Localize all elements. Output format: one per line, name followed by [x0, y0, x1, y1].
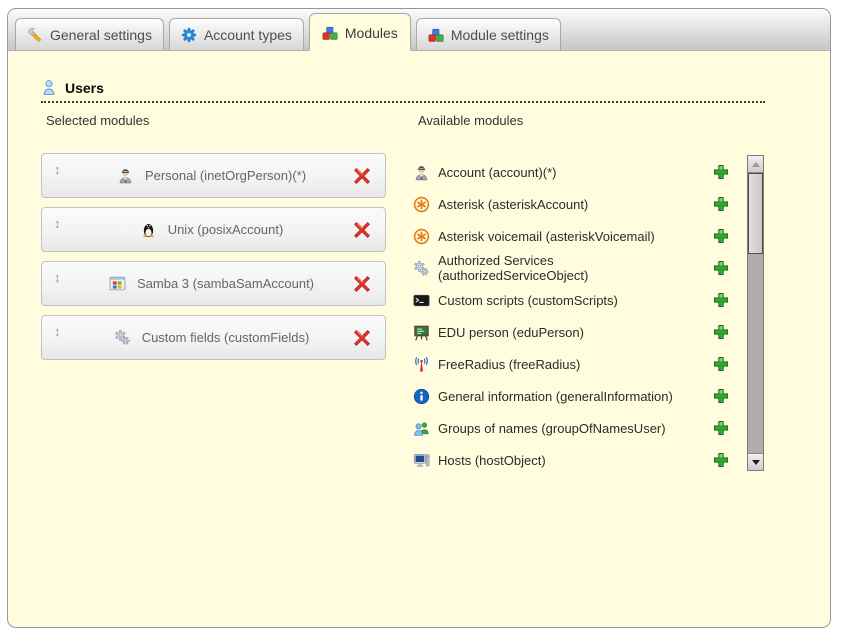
- module-icon: [413, 388, 430, 405]
- available-module-row: Authorized Services (authorizedServiceOb…: [413, 252, 729, 284]
- module-label: Custom scripts (customScripts): [438, 293, 705, 308]
- module-label: Asterisk voicemail (asteriskVoicemail): [438, 229, 705, 244]
- drag-handle-icon[interactable]: ↕: [54, 271, 70, 284]
- module-label: Hosts (hostObject): [438, 453, 705, 468]
- selected-modules-panel: Selected modules ↕ Personal (inetOrgPers…: [41, 113, 386, 476]
- add-module-button[interactable]: [713, 196, 729, 212]
- available-module-row: Custom scripts (customScripts): [413, 284, 729, 316]
- tab-label: Account types: [204, 27, 292, 43]
- module-icon: [413, 228, 430, 245]
- scrollbar-up-button[interactable]: [748, 156, 763, 173]
- scroll-up-arrow-icon: [752, 162, 760, 167]
- module-label: EDU person (eduPerson): [438, 325, 705, 340]
- tab-general-settings[interactable]: General settings: [15, 18, 164, 51]
- selected-module-item[interactable]: ↕ Samba 3 (sambaSamAccount): [41, 261, 386, 306]
- drag-handle-icon[interactable]: ↕: [54, 217, 70, 230]
- module-icon: [109, 275, 126, 292]
- tab-label: Module settings: [451, 27, 549, 43]
- module-icon: [140, 221, 157, 238]
- remove-module-button[interactable]: [353, 275, 371, 293]
- module-columns: Selected modules ↕ Personal (inetOrgPers…: [41, 113, 830, 476]
- selected-modules-label: Selected modules: [41, 113, 386, 129]
- add-module-button[interactable]: [713, 420, 729, 436]
- tab-icon: [181, 27, 197, 43]
- module-label: Custom fields (customFields): [142, 330, 310, 345]
- tab-label: Modules: [345, 25, 398, 41]
- remove-module-button[interactable]: [353, 329, 371, 347]
- available-modules-panel: Available modules Account (account)(*) A…: [413, 113, 765, 476]
- available-module-row: Account (account)(*): [413, 156, 729, 188]
- module-icon: [413, 292, 430, 309]
- selected-module-item[interactable]: ↕ Personal (inetOrgPerson)(*): [41, 153, 386, 198]
- module-icon: [413, 164, 430, 181]
- module-label: Authorized Services (authorizedServiceOb…: [438, 253, 705, 283]
- add-module-button[interactable]: [713, 388, 729, 404]
- module-label: Asterisk (asteriskAccount): [438, 197, 705, 212]
- profile-editor-window: General settings Account types Modules M…: [7, 8, 831, 628]
- module-label: Personal (inetOrgPerson)(*): [145, 168, 306, 183]
- remove-module-button[interactable]: [353, 221, 371, 239]
- available-modules-list: Account (account)(*) Asterisk (asteriskA…: [413, 156, 729, 476]
- scrollbar-down-button[interactable]: [748, 453, 763, 470]
- tab-icon: [428, 27, 444, 43]
- add-module-button[interactable]: [713, 452, 729, 468]
- module-label: Samba 3 (sambaSamAccount): [137, 276, 314, 291]
- module-icon: [413, 452, 430, 469]
- drag-handle-icon[interactable]: ↕: [54, 325, 70, 338]
- available-module-row: Asterisk (asteriskAccount): [413, 188, 729, 220]
- add-module-button[interactable]: [713, 164, 729, 180]
- section-title: Users: [65, 80, 104, 96]
- available-module-row: EDU person (eduPerson): [413, 316, 729, 348]
- tab-bar: General settings Account types Modules M…: [8, 9, 830, 51]
- module-label: FreeRadius (freeRadius): [438, 357, 705, 372]
- available-module-row: Groups of names (groupOfNamesUser): [413, 412, 729, 444]
- module-icon: [114, 329, 131, 346]
- selected-module-item[interactable]: ↕ Unix (posixAccount): [41, 207, 386, 252]
- remove-module-button[interactable]: [353, 167, 371, 185]
- module-label: Unix (posixAccount): [168, 222, 284, 237]
- add-module-button[interactable]: [713, 356, 729, 372]
- tab-modules[interactable]: Modules: [309, 13, 411, 51]
- module-icon: [413, 324, 430, 341]
- module-icon: [117, 167, 134, 184]
- scrollbar-track[interactable]: [748, 173, 763, 453]
- scroll-down-arrow-icon: [752, 460, 760, 465]
- drag-handle-icon[interactable]: ↕: [54, 163, 70, 176]
- tab-icon: [322, 25, 338, 41]
- module-icon: [413, 420, 430, 437]
- available-modules-label: Available modules: [413, 113, 765, 129]
- available-module-row: Asterisk voicemail (asteriskVoicemail): [413, 220, 729, 252]
- selected-modules-list: ↕ Personal (inetOrgPerson)(*) ↕ Unix (po…: [41, 153, 386, 360]
- users-section-header: Users: [41, 79, 765, 103]
- module-label: Account (account)(*): [438, 165, 705, 180]
- available-module-row: FreeRadius (freeRadius): [413, 348, 729, 380]
- tab-module-settings[interactable]: Module settings: [416, 18, 561, 51]
- module-label: Groups of names (groupOfNamesUser): [438, 421, 705, 436]
- tab-label: General settings: [50, 27, 152, 43]
- user-icon: [41, 79, 57, 96]
- tab-account-types[interactable]: Account types: [169, 18, 304, 51]
- scrollbar-thumb[interactable]: [748, 173, 763, 254]
- modules-tab-content: Users Selected modules ↕ Personal (inetO…: [8, 79, 830, 476]
- add-module-button[interactable]: [713, 324, 729, 340]
- module-icon: [413, 260, 430, 277]
- available-module-row: General information (generalInformation): [413, 380, 729, 412]
- module-label: General information (generalInformation): [438, 389, 705, 404]
- module-icon: [413, 356, 430, 373]
- tab-icon: [27, 27, 43, 43]
- module-icon: [413, 196, 430, 213]
- selected-module-item[interactable]: ↕ Custom fields (customFields): [41, 315, 386, 360]
- add-module-button[interactable]: [713, 292, 729, 308]
- add-module-button[interactable]: [713, 228, 729, 244]
- available-module-row: Hosts (hostObject): [413, 444, 729, 476]
- scrollbar[interactable]: [747, 155, 764, 471]
- add-module-button[interactable]: [713, 260, 729, 276]
